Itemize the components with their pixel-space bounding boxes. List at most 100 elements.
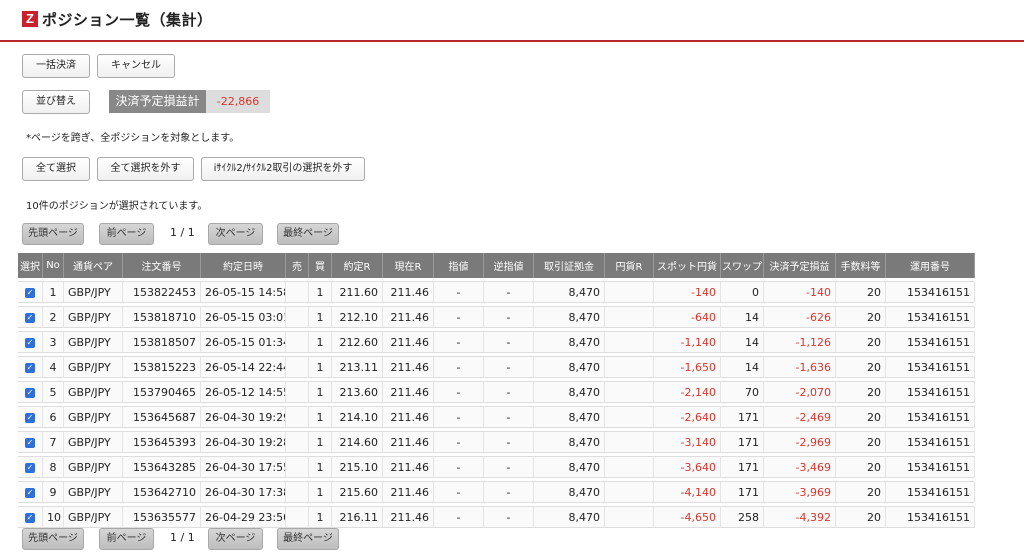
row-select-cell[interactable]: ✓: [18, 381, 43, 403]
row-select-cell[interactable]: ✓: [18, 306, 43, 328]
table-row[interactable]: ✓ 1 GBP/JPY 153822453 26-05-15 14:58 1 211.60 2…: [18, 281, 975, 303]
table-cell: [605, 356, 654, 378]
table-cell: 211.46: [383, 381, 434, 403]
table-row[interactable]: ✓ 7 GBP/JPY 153645393 26-04-30 19:28 1 214.60 2…: [18, 431, 975, 453]
table-cell: -: [484, 506, 534, 528]
table-cell: 8,470: [534, 506, 605, 528]
table-cell: -: [434, 431, 484, 453]
cancel-button[interactable]: キャンセル: [97, 54, 175, 78]
column-header: スワップ: [721, 253, 764, 278]
table-cell: 211.46: [383, 406, 434, 428]
table-cell: [286, 506, 309, 528]
table-cell: 153416151: [886, 281, 975, 303]
column-header: 選択: [18, 253, 43, 278]
row-checkbox-icon[interactable]: ✓: [25, 512, 35, 523]
page-info: 1 / 1: [170, 226, 195, 239]
table-cell: 214.10: [332, 406, 383, 428]
table-cell: -1,636: [764, 356, 836, 378]
table-cell: 153642710: [123, 481, 201, 503]
table-cell: 70: [721, 381, 764, 403]
table-cell: 26-05-15 14:58: [201, 281, 286, 303]
last-page-button-bottom[interactable]: 最終ページ: [277, 528, 339, 550]
row-select-cell[interactable]: ✓: [18, 456, 43, 478]
table-cell: 20: [836, 431, 886, 453]
first-page-button[interactable]: 先頭ページ: [22, 223, 84, 245]
next-page-button-bottom[interactable]: 次ページ: [208, 528, 263, 550]
table-cell: 153818710: [123, 306, 201, 328]
row-checkbox-icon[interactable]: ✓: [25, 337, 35, 348]
prev-page-button-bottom[interactable]: 前ページ: [99, 528, 154, 550]
table-cell: 26-04-30 19:28: [201, 431, 286, 453]
row-select-cell[interactable]: ✓: [18, 506, 43, 528]
table-row[interactable]: ✓ 6 GBP/JPY 153645687 26-04-30 19:29 1 214.10 2…: [18, 406, 975, 428]
row-checkbox-icon[interactable]: ✓: [25, 437, 35, 448]
table-cell: GBP/JPY: [64, 431, 123, 453]
table-cell: 212.60: [332, 331, 383, 353]
column-header: 運用番号: [886, 253, 975, 278]
table-row[interactable]: ✓ 9 GBP/JPY 153642710 26-04-30 17:38 1 215.60 2…: [18, 481, 975, 503]
sort-button[interactable]: 並び替え: [22, 90, 90, 114]
row-select-cell[interactable]: ✓: [18, 356, 43, 378]
row-checkbox-icon[interactable]: ✓: [25, 362, 35, 373]
table-cell: -: [484, 281, 534, 303]
select-all-button[interactable]: 全て選択: [22, 157, 90, 181]
table-row[interactable]: ✓ 5 GBP/JPY 153790465 26-05-12 14:55 1 213.60 2…: [18, 381, 975, 403]
table-cell: GBP/JPY: [64, 306, 123, 328]
table-cell: 8: [43, 456, 64, 478]
table-cell: 1: [309, 331, 332, 353]
table-row[interactable]: ✓ 8 GBP/JPY 153643285 26-04-30 17:55 1 215.10 2…: [18, 456, 975, 478]
row-checkbox-icon[interactable]: ✓: [25, 412, 35, 423]
row-select-cell[interactable]: ✓: [18, 406, 43, 428]
column-header: 約定R: [332, 253, 383, 278]
table-cell: [286, 331, 309, 353]
table-cell: 216.11: [332, 506, 383, 528]
table-cell: 8,470: [534, 331, 605, 353]
deselect-all-button[interactable]: 全て選択を外す: [97, 157, 194, 181]
column-header: 約定日時: [201, 253, 286, 278]
table-cell: -: [484, 331, 534, 353]
table-row[interactable]: ✓ 3 GBP/JPY 153818507 26-05-15 01:34 1 212.60 2…: [18, 331, 975, 353]
row-checkbox-icon[interactable]: ✓: [25, 287, 35, 298]
deselect-cycle-button[interactable]: iｻｲｸﾙ2/ｻｲｸﾙ2取引の選択を外す: [201, 157, 365, 181]
row-select-cell[interactable]: ✓: [18, 431, 43, 453]
table-cell: 14: [721, 356, 764, 378]
row-checkbox-icon[interactable]: ✓: [25, 462, 35, 473]
column-header: スポット円貨: [654, 253, 721, 278]
prev-page-button[interactable]: 前ページ: [99, 223, 154, 245]
table-cell: [286, 306, 309, 328]
table-row[interactable]: ✓ 2 GBP/JPY 153818710 26-05-15 03:01 1 212.10 2…: [18, 306, 975, 328]
table-cell: -: [484, 356, 534, 378]
table-cell: 212.10: [332, 306, 383, 328]
table-body: ✓ 1 GBP/JPY 153822453 26-05-15 14:58 1 211.60 2…: [18, 281, 975, 528]
table-cell: 153822453: [123, 281, 201, 303]
column-header: 円貨R: [605, 253, 654, 278]
table-cell: 20: [836, 331, 886, 353]
table-row[interactable]: ✓ 4 GBP/JPY 153815223 26-05-14 22:44 1 213.11 2…: [18, 356, 975, 378]
last-page-button[interactable]: 最終ページ: [277, 223, 339, 245]
table-cell: 8,470: [534, 406, 605, 428]
column-header: 指値: [434, 253, 484, 278]
table-cell: -: [484, 481, 534, 503]
table-cell: -3,140: [654, 431, 721, 453]
table-cell: 153416151: [886, 381, 975, 403]
row-checkbox-icon[interactable]: ✓: [25, 487, 35, 498]
table-cell: 26-05-15 01:34: [201, 331, 286, 353]
bulk-settle-button[interactable]: 一括決済: [22, 54, 90, 78]
row-select-cell[interactable]: ✓: [18, 331, 43, 353]
table-cell: 213.60: [332, 381, 383, 403]
table-cell: -1,650: [654, 356, 721, 378]
row-select-cell[interactable]: ✓: [18, 481, 43, 503]
table-cell: -626: [764, 306, 836, 328]
table-cell: 8,470: [534, 356, 605, 378]
row-checkbox-icon[interactable]: ✓: [25, 387, 35, 398]
table-cell: 153416151: [886, 406, 975, 428]
first-page-button-bottom[interactable]: 先頭ページ: [22, 528, 84, 550]
next-page-button[interactable]: 次ページ: [208, 223, 263, 245]
table-cell: 20: [836, 306, 886, 328]
table-cell: 153645393: [123, 431, 201, 453]
selected-count-note: 10件のポジションが選択されています。: [26, 201, 208, 212]
row-checkbox-icon[interactable]: ✓: [25, 312, 35, 323]
table-cell: 1: [309, 481, 332, 503]
row-select-cell[interactable]: ✓: [18, 281, 43, 303]
table-row[interactable]: ✓ 10 GBP/JPY 153635577 26-04-29 23:50 1 216.11…: [18, 506, 975, 528]
